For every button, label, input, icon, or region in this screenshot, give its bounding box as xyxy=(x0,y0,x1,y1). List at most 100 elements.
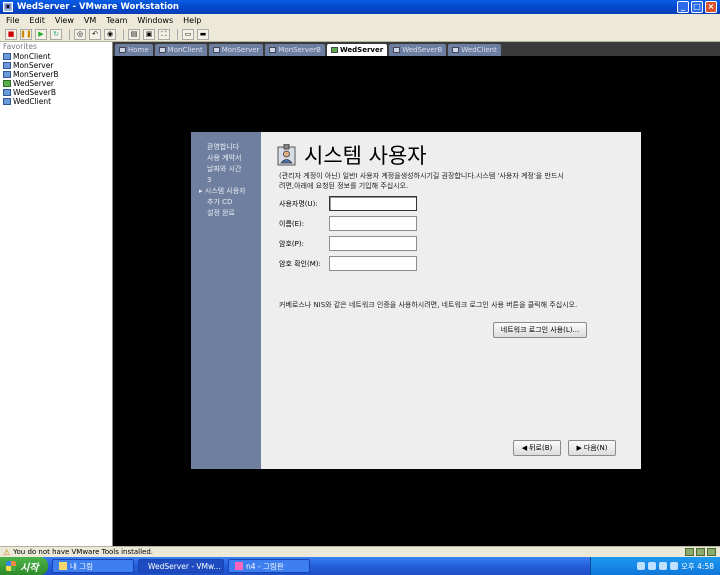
confirm-password-label: 암호 확인(M): xyxy=(279,259,321,268)
vm-icon xyxy=(3,71,11,78)
vm-running-icon xyxy=(3,80,11,87)
maximize-button[interactable]: □ xyxy=(691,1,703,13)
username-input[interactable] xyxy=(329,196,417,211)
step-additional-cd: 추가 CD xyxy=(207,198,233,206)
reset-icon[interactable]: ↻ xyxy=(50,28,62,40)
vm-icon xyxy=(452,47,460,53)
menu-vm[interactable]: VM xyxy=(84,16,96,25)
snapshot-manager-icon[interactable]: ◉ xyxy=(104,28,116,40)
menu-file[interactable]: File xyxy=(6,16,19,25)
menu-view[interactable]: View xyxy=(55,16,74,25)
vm-icon xyxy=(158,47,166,53)
next-button[interactable]: ▶ 다음(N) xyxy=(568,440,616,456)
full-screen-icon[interactable]: ⛶ xyxy=(158,28,170,40)
vm-icon xyxy=(3,98,11,105)
fullname-label: 이름(E): xyxy=(279,219,305,228)
step-welcome: 환영합니다 xyxy=(207,143,240,151)
minimize-button[interactable]: _ xyxy=(677,1,689,13)
menu-help[interactable]: Help xyxy=(183,16,201,25)
console-view-icon[interactable]: ▬ xyxy=(197,28,209,40)
status-bar: ⚠ You do not have VMware Tools installed… xyxy=(0,546,720,557)
fullname-row: 이름(E): xyxy=(279,216,417,231)
description-text: (관리자 계정이 아닌) 일반I 사용자 계정을생성하시기길 권장합니다.시스템… xyxy=(279,172,564,190)
network-tray-icon[interactable] xyxy=(658,562,667,570)
warning-icon: ⚠ xyxy=(3,547,11,557)
volume-icon[interactable] xyxy=(647,562,656,570)
close-button[interactable]: × xyxy=(705,1,717,13)
vm-icon xyxy=(393,47,401,53)
status-message: You do not have VMware Tools installed. xyxy=(13,548,153,556)
favorite-item-monserver[interactable]: MonServer xyxy=(0,61,112,70)
installer-steps-sidebar: 환영합니다 사용 계약서 날짜와 시간 3 ▸ 시스템 사용자 추가 CD 설정… xyxy=(191,132,261,469)
window-controls: _ □ × xyxy=(677,1,717,13)
toolbar-separator xyxy=(69,28,70,40)
tab-wedclient[interactable]: WedClient xyxy=(448,44,501,56)
tab-home[interactable]: Home xyxy=(115,44,153,56)
installer-content: 시스템 사용자 (관리자 계정이 아닌) 일반I 사용자 계정을생성하시기길 권… xyxy=(261,132,641,469)
page-title: 시스템 사용자 xyxy=(304,144,427,168)
quick-switch-icon[interactable]: ▣ xyxy=(143,28,155,40)
step-3: 3 xyxy=(207,176,212,184)
step-datetime: 날짜와 시간 xyxy=(207,165,242,173)
sidebar-toggle-icon[interactable]: ▤ xyxy=(128,28,140,40)
windows-taskbar: 시작 내 그림 WedServer - VMw... n4 - 그림판 오후 4… xyxy=(0,557,720,575)
paint-icon xyxy=(235,562,243,570)
favorite-item-monserverb[interactable]: MonServerB xyxy=(0,70,112,79)
favorite-item-wedserver[interactable]: WedServer xyxy=(0,79,112,88)
folder-icon xyxy=(59,562,67,570)
password-input[interactable] xyxy=(329,236,417,251)
taskbar-item-paint[interactable]: n4 - 그림판 xyxy=(228,559,310,573)
network-login-note: 커베로스나 NIS와 같은 네트워크 인증을 사용하시려면, 네트워크 로그인 … xyxy=(279,301,578,309)
menu-team[interactable]: Team xyxy=(106,16,127,25)
toolbar: ■ ❚❚ ▶ ↻ ◎ ↶ ◉ ▤ ▣ ⛶ ▭ ▬ xyxy=(0,27,720,42)
network-login-button[interactable]: 네트워크 로그인 사용(L)... xyxy=(493,322,587,338)
cdrom-device-icon[interactable] xyxy=(696,548,705,556)
window-title: WedServer - VMware Workstation xyxy=(17,2,179,12)
step-license: 사용 계약서 xyxy=(207,154,242,162)
usb-device-icon[interactable] xyxy=(707,548,716,556)
favorite-item-monclient[interactable]: MonClient xyxy=(0,52,112,61)
back-button[interactable]: ◀ 뒤로(B) xyxy=(513,440,561,456)
tab-monserver[interactable]: MonServer xyxy=(208,44,264,56)
username-row: 사용자명(U): xyxy=(279,196,417,211)
menu-windows[interactable]: Windows xyxy=(137,16,173,25)
menu-edit[interactable]: Edit xyxy=(29,16,45,25)
home-icon xyxy=(119,47,126,53)
tab-monclient[interactable]: MonClient xyxy=(154,44,207,56)
tab-wedseverb[interactable]: WedSeverB xyxy=(389,44,447,56)
clock[interactable]: 오후 4:58 xyxy=(681,561,714,572)
snapshot-icon[interactable]: ◎ xyxy=(74,28,86,40)
password-label: 암호(P): xyxy=(279,239,304,248)
favorite-item-wedseverb[interactable]: WedSeverB xyxy=(0,88,112,97)
installer-title: 시스템 사용자 xyxy=(277,140,427,170)
ime-icon[interactable] xyxy=(636,562,645,570)
step-finish: 설정 완료 xyxy=(207,209,235,217)
vm-tab-bar: Home MonClient MonServer MonServerB WedS… xyxy=(113,42,720,56)
vm-icon xyxy=(3,62,11,69)
password-row: 암호(P): xyxy=(279,236,417,251)
system-tray: 오후 4:58 xyxy=(590,557,720,575)
security-icon[interactable] xyxy=(669,562,678,570)
installer-window: 환영합니다 사용 계약서 날짜와 시간 3 ▸ 시스템 사용자 추가 CD 설정… xyxy=(191,132,641,469)
favorite-item-wedclient[interactable]: WedClient xyxy=(0,97,112,106)
play-icon[interactable]: ▶ xyxy=(35,28,47,40)
menu-bar: File Edit View VM Team Windows Help xyxy=(0,14,720,27)
stop-icon[interactable]: ■ xyxy=(5,28,17,40)
summary-view-icon[interactable]: ▭ xyxy=(182,28,194,40)
fullname-input[interactable] xyxy=(329,216,417,231)
revert-icon[interactable]: ↶ xyxy=(89,28,101,40)
favorites-header: Favorites xyxy=(3,42,37,51)
tab-monserverb[interactable]: MonServerB xyxy=(265,44,325,56)
pause-icon[interactable]: ❚❚ xyxy=(20,28,32,40)
device-status-icons xyxy=(685,548,716,556)
taskbar-item-vmware[interactable]: WedServer - VMw... xyxy=(138,559,224,573)
tab-wedserver[interactable]: WedServer xyxy=(326,44,388,56)
user-badge-icon xyxy=(277,144,296,166)
vm-running-icon xyxy=(330,47,338,53)
start-button[interactable]: 시작 xyxy=(0,557,48,575)
toolbar-separator xyxy=(123,28,124,40)
taskbar-item-my-pictures[interactable]: 내 그림 xyxy=(52,559,134,573)
confirm-password-input[interactable] xyxy=(329,256,417,271)
network-device-icon[interactable] xyxy=(685,548,694,556)
windows-logo-icon xyxy=(6,561,16,571)
